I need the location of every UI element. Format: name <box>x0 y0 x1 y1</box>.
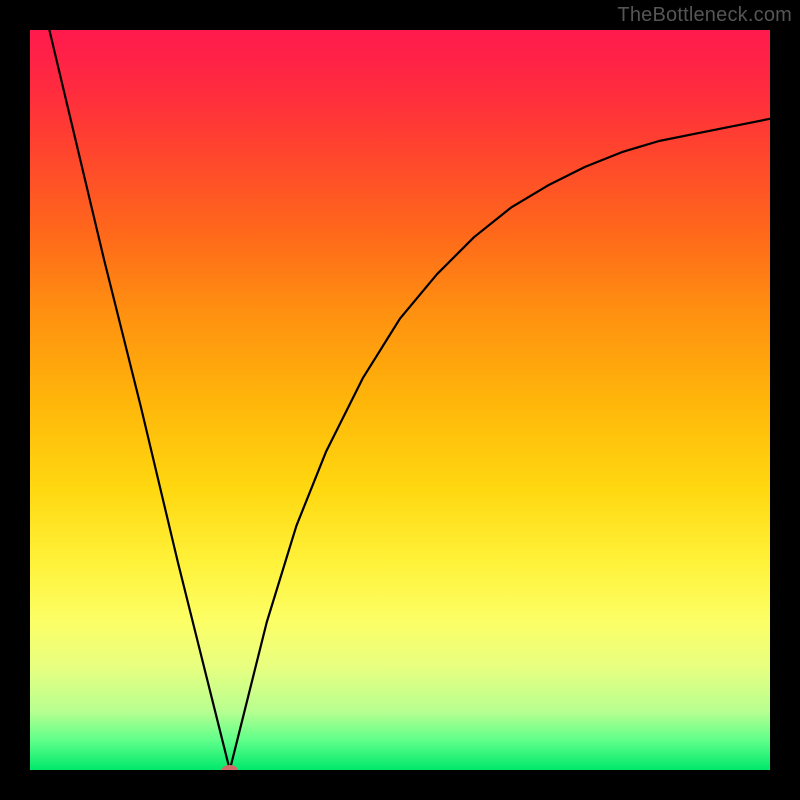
marker-dot <box>222 765 238 770</box>
plot-area <box>30 30 770 770</box>
bottleneck-curve <box>30 30 770 770</box>
watermark: TheBottleneck.com <box>617 4 792 27</box>
chart-frame: TheBottleneck.com <box>0 0 800 800</box>
chart-svg <box>30 30 770 770</box>
